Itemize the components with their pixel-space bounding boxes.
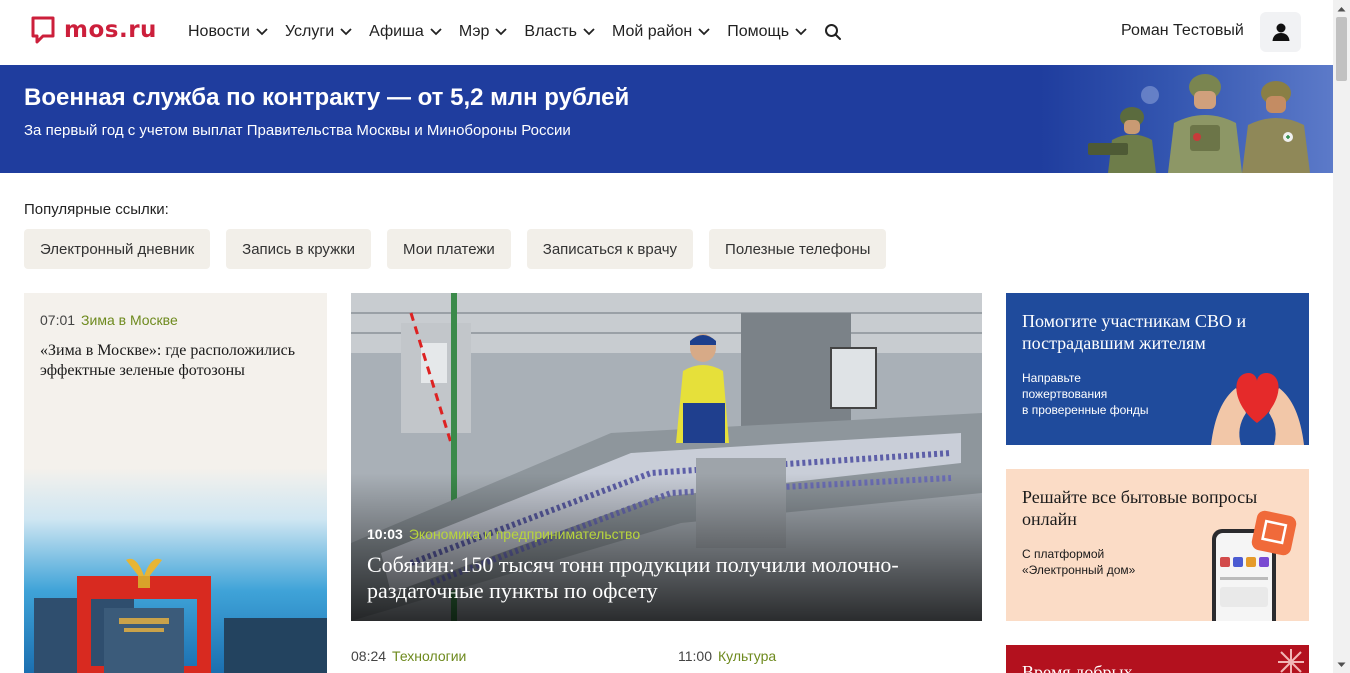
popular-link-clubs[interactable]: Запись в кружки	[226, 229, 372, 269]
news-time: 11:00	[678, 648, 712, 664]
nav-item-mayor[interactable]: Мэр	[459, 20, 508, 44]
popular-links-label: Популярные ссылки:	[24, 201, 169, 218]
news-category[interactable]: Технологии	[392, 648, 466, 664]
news-time: 10:03	[367, 526, 403, 542]
nav-item-government[interactable]: Власть	[524, 20, 595, 44]
nav-label: Услуги	[284, 23, 335, 40]
promo-text: Направьте пожертвования в проверенные фо…	[1022, 370, 1149, 418]
nav-label: Афиша	[369, 23, 424, 40]
nav-item-services[interactable]: Услуги	[285, 20, 352, 44]
logo-speech-bubble-icon	[31, 16, 55, 44]
popular-link-phones[interactable]: Полезные телефоны	[709, 229, 887, 269]
promo-kindness-time[interactable]: Время добрых	[1006, 645, 1309, 673]
promo-text: С платформой «Электронный дом»	[1022, 546, 1135, 578]
nav-item-afisha[interactable]: Афиша	[369, 20, 442, 44]
promo-text-line: в проверенные фонды	[1022, 403, 1149, 417]
scroll-down-arrow-icon[interactable]	[1333, 656, 1350, 673]
chevron-down-icon	[795, 28, 807, 36]
nav-label: Власть	[524, 23, 577, 40]
promo-svo-donations[interactable]: Помогите участникам СВО и пострадавшим ж…	[1006, 293, 1309, 445]
promo-text-line: Направьте	[1022, 371, 1081, 385]
popular-link-payments[interactable]: Мои платежи	[387, 229, 511, 269]
promo-text-line: пожертвования	[1022, 387, 1108, 401]
page-scrollbar[interactable]	[1333, 0, 1350, 673]
promo-title: Помогите участникам СВО и пострадавшим ж…	[1022, 311, 1247, 353]
profile-button[interactable]	[1260, 12, 1301, 52]
logo-text: mos.ru	[64, 17, 157, 43]
site-header: mos.ru Новости Услуги Афиша Мэр Власть М…	[0, 0, 1333, 65]
snowflake-icon	[1278, 649, 1304, 673]
promo-electronic-house[interactable]: Решайте все бытовые вопросы онлайн С пла…	[1006, 469, 1309, 621]
contract-service-banner[interactable]: Военная служба по контракту — от 5,2 млн…	[0, 65, 1333, 173]
scroll-up-arrow-icon[interactable]	[1333, 0, 1350, 17]
winter-photo-zone-image	[24, 468, 327, 673]
nav-item-help[interactable]: Помощь	[727, 20, 807, 44]
scrollbar-thumb[interactable]	[1336, 17, 1347, 81]
nav-label: Мой район	[611, 23, 693, 40]
chevron-down-icon	[340, 28, 352, 36]
news-time: 08:24	[351, 648, 387, 664]
user-icon	[1272, 23, 1289, 41]
heart-in-hands-icon	[1211, 373, 1304, 445]
news-meta: 10:03 Экономика и предпринимательство	[367, 526, 640, 542]
news-meta-culture: 11:00 Культура	[678, 648, 776, 664]
chevron-down-icon	[495, 28, 508, 36]
news-title[interactable]: Собянин: 150 тысяч тонн продукции получи…	[367, 552, 967, 604]
search-icon[interactable]	[824, 23, 842, 41]
promo-text-line: «Электронный дом»	[1022, 563, 1136, 577]
main-nav: Новости Услуги Афиша Мэр Власть Мой райо…	[188, 20, 842, 44]
news-meta: 07:01 Зима в Москве	[40, 312, 178, 328]
nav-label: Мэр	[458, 23, 490, 40]
page: mos.ru Новости Услуги Афиша Мэр Власть М…	[0, 0, 1350, 673]
popular-links: Электронный дневник Запись в кружки Мои …	[24, 229, 902, 269]
chevron-down-icon	[583, 28, 595, 36]
banner-title: Военная служба по контракту — от 5,2 млн…	[24, 84, 630, 111]
news-title[interactable]: «Зима в Москве»: где расположились эффек…	[40, 341, 320, 381]
soldiers-illustration	[1040, 65, 1333, 173]
promo-title: Время добрых	[1022, 662, 1133, 673]
chevron-down-icon	[698, 28, 710, 36]
chevron-down-icon	[256, 28, 268, 36]
banner-subtitle: За первый год с учетом выплат Правительс…	[24, 122, 571, 139]
nav-item-my-district[interactable]: Мой район	[612, 20, 710, 44]
smartphone-app-icon	[1212, 510, 1297, 621]
news-time: 07:01	[40, 312, 76, 328]
news-category[interactable]: Экономика и предпринимательство	[409, 526, 640, 542]
nav-label: Помощь	[727, 23, 790, 40]
news-category[interactable]: Зима в Москве	[81, 312, 178, 328]
user-name[interactable]: Роман Тестовый	[1121, 22, 1244, 40]
news-category[interactable]: Культура	[718, 648, 776, 664]
nav-label: Новости	[188, 23, 250, 40]
popular-link-doctor[interactable]: Записаться к врачу	[526, 229, 694, 269]
logo[interactable]: mos.ru	[31, 16, 157, 44]
popular-link-diary[interactable]: Электронный дневник	[24, 229, 211, 269]
nav-item-news[interactable]: Новости	[188, 20, 268, 44]
news-meta-tech: 08:24 Технологии	[351, 648, 466, 664]
promo-text-line: С платформой	[1022, 547, 1105, 561]
news-card-winter[interactable]: 07:01 Зима в Москве «Зима в Москве»: где …	[24, 293, 327, 673]
chevron-down-icon	[430, 28, 442, 36]
news-card-main[interactable]: 10:03 Экономика и предпринимательство Соб…	[351, 293, 982, 621]
